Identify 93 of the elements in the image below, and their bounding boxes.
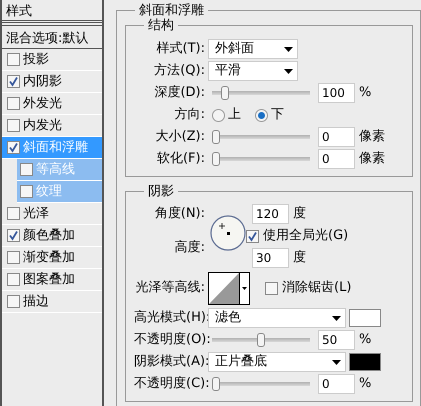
slider-thumb[interactable]: [221, 86, 229, 100]
field-label: 大小(Z):: [154, 128, 206, 146]
field-label: 深度(D):: [153, 84, 206, 102]
group-title: 结构: [147, 19, 175, 32]
number-field[interactable]: 50: [318, 330, 355, 350]
field-label: 角度(N):: [154, 205, 206, 224]
dropdown-value: 平滑: [215, 62, 241, 80]
number-field[interactable]: 0: [318, 149, 355, 169]
checkbox[interactable]: [265, 282, 278, 294]
field-label: 高光模式(H):: [134, 309, 208, 328]
dropdown[interactable]: 正片叠底: [208, 352, 346, 372]
checkbox[interactable]: [7, 75, 20, 88]
number-field[interactable]: 0: [318, 374, 355, 394]
checkbox[interactable]: [7, 53, 20, 66]
item-label: 纹理: [36, 182, 62, 201]
slider-thumb[interactable]: [212, 130, 220, 144]
checkbox-label: 使用全局光(G): [263, 227, 348, 246]
item-label: 图案叠加: [23, 270, 75, 289]
caret-icon: [332, 316, 341, 320]
dropdown-value: 外斜面: [215, 40, 254, 58]
field-label: 软化(F):: [156, 150, 206, 168]
checkbox[interactable]: [246, 230, 259, 242]
slider-thumb[interactable]: [212, 152, 220, 166]
list-item[interactable]: 颜色叠加: [2, 225, 102, 247]
item-label: 光泽: [23, 204, 49, 223]
checkbox[interactable]: [7, 141, 20, 154]
list-item[interactable]: 光泽: [2, 203, 102, 225]
panel-title: 样式: [2, 0, 102, 23]
field-label: 不透明度(O):: [134, 331, 208, 350]
unit-label: %: [359, 375, 372, 394]
unit-label: %: [359, 84, 372, 102]
list-item[interactable]: 内阴影: [2, 71, 102, 93]
unit-label: 度: [293, 205, 306, 224]
checkbox[interactable]: [20, 185, 33, 198]
list-item[interactable]: 描边: [2, 291, 102, 313]
item-label: 渐变叠加: [23, 248, 75, 267]
dropdown[interactable]: 滤色: [208, 308, 346, 328]
item-label: 外发光: [23, 94, 62, 113]
number-field[interactable]: 120: [252, 204, 289, 224]
item-label: 投影: [23, 50, 49, 69]
caret-icon: [284, 46, 293, 52]
caret-icon: [332, 360, 341, 364]
section-title: 斜面和浮雕: [138, 4, 205, 17]
radio-label: 下: [271, 106, 284, 124]
color-swatch[interactable]: [349, 353, 381, 371]
checkbox[interactable]: [7, 97, 20, 110]
slider-thumb[interactable]: [257, 332, 265, 346]
list-item[interactable]: 图案叠加: [2, 269, 102, 291]
checkbox[interactable]: [7, 251, 20, 264]
field-label: 不透明度(C):: [134, 375, 208, 394]
unit-label: 像素: [359, 150, 385, 168]
list-item[interactable]: 外发光: [2, 93, 102, 115]
item-label: 内阴影: [23, 72, 62, 91]
radio-button[interactable]: [212, 108, 225, 122]
number-field[interactable]: 0: [318, 127, 355, 147]
checkbox[interactable]: [20, 163, 33, 176]
field-label: 光泽等高线:: [134, 279, 206, 298]
group-title: 阴影: [147, 185, 175, 198]
field-label: 方法(Q):: [153, 62, 206, 80]
caret-icon: [284, 68, 293, 74]
checkbox-label: 消除锯齿(L): [282, 279, 352, 298]
number-field[interactable]: 100: [318, 83, 355, 103]
number-field[interactable]: 30: [252, 248, 289, 268]
dropdown-value: 滤色: [215, 309, 241, 328]
radio-label: 上: [228, 106, 241, 124]
item-label: 描边: [23, 292, 49, 311]
angle-dial[interactable]: [210, 215, 246, 251]
checkbox[interactable]: [7, 207, 20, 220]
dropdown[interactable]: 平滑: [208, 61, 298, 81]
radio-button[interactable]: [255, 108, 268, 122]
field-label: 高度:: [174, 239, 206, 258]
dropdown-value: 正片叠底: [215, 353, 267, 372]
item-label: 等高线: [36, 160, 75, 179]
unit-label: %: [359, 331, 372, 350]
checkbox[interactable]: [7, 119, 20, 132]
list-item[interactable]: 渐变叠加: [2, 247, 102, 269]
checkbox[interactable]: [7, 295, 20, 308]
unit-label: 度: [293, 249, 306, 268]
item-label: 内发光: [23, 116, 62, 135]
slider-thumb[interactable]: [212, 376, 220, 390]
item-label: 颜色叠加: [23, 226, 75, 245]
list-item[interactable]: 混合选项:默认: [2, 25, 102, 49]
checkbox[interactable]: [7, 229, 20, 242]
unit-label: 像素: [359, 128, 385, 146]
field-label: 方向:: [174, 106, 206, 124]
field-label: 样式(T):: [156, 40, 206, 58]
item-label: 斜面和浮雕: [23, 138, 88, 157]
contour-picker[interactable]: [208, 272, 250, 304]
dropdown[interactable]: 外斜面: [208, 39, 298, 59]
color-swatch[interactable]: [349, 309, 381, 327]
field-label: 阴影模式(A):: [134, 353, 208, 372]
list-item[interactable]: 投影: [2, 49, 102, 71]
checkbox[interactable]: [7, 273, 20, 286]
